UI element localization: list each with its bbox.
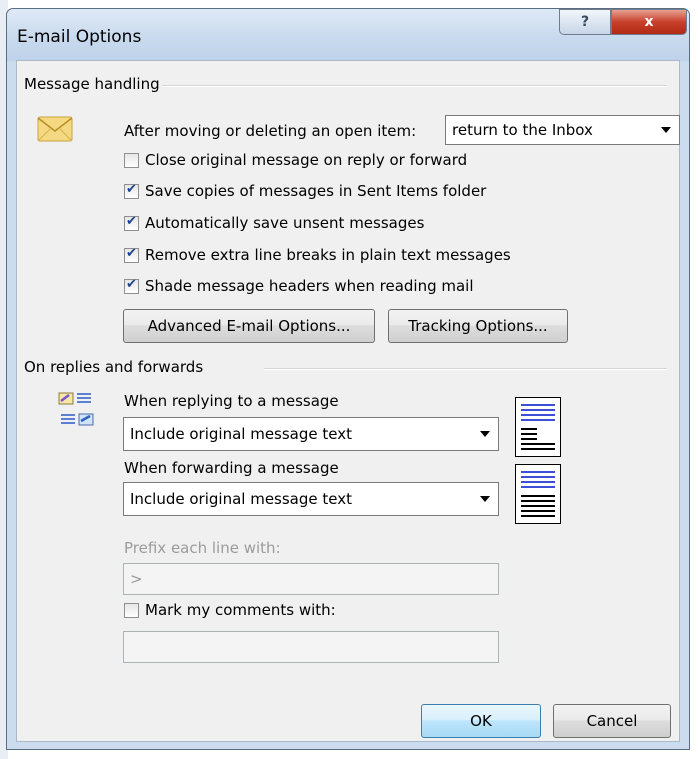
dialog-title: E-mail Options xyxy=(17,27,142,47)
envelope-icon xyxy=(37,111,73,147)
ok-button[interactable]: OK xyxy=(421,704,541,738)
option-label: Save copies of messages in Sent Items fo… xyxy=(145,182,487,200)
option-close-original[interactable]: Close original message on reply or forwa… xyxy=(124,151,467,169)
after-moving-dropdown[interactable]: return to the Inbox xyxy=(445,115,680,145)
replies-divider xyxy=(264,368,667,370)
title-bar: E-mail Options ? x xyxy=(7,9,689,61)
option-autosave-unsent[interactable]: Automatically save unsent messages xyxy=(124,214,424,232)
close-button[interactable]: x xyxy=(611,9,687,35)
reply-value: Include original message text xyxy=(130,425,352,443)
message-handling-divider xyxy=(162,85,667,87)
mark-comments-input[interactable] xyxy=(123,631,499,663)
prefix-input[interactable]: > xyxy=(123,563,499,595)
checkbox[interactable] xyxy=(124,214,139,231)
checkbox[interactable] xyxy=(124,182,139,199)
reply-label: When replying to a message xyxy=(124,392,339,410)
after-moving-value: return to the Inbox xyxy=(452,121,593,139)
after-moving-label: After moving or deleting an open item: xyxy=(124,122,417,140)
forward-label: When forwarding a message xyxy=(124,459,339,477)
option-label: Close original message on reply or forwa… xyxy=(145,151,468,169)
checkbox[interactable] xyxy=(124,152,139,168)
option-save-copies[interactable]: Save copies of messages in Sent Items fo… xyxy=(124,182,486,200)
checkbox[interactable] xyxy=(124,277,139,294)
reply-forward-icon xyxy=(57,391,97,431)
reply-preview-icon xyxy=(515,397,561,457)
option-label: Shade message headers when reading mail xyxy=(145,277,474,295)
email-options-dialog: E-mail Options ? x Message handling Afte… xyxy=(6,8,690,750)
mark-comments-option[interactable]: Mark my comments with: xyxy=(124,601,336,619)
chevron-down-icon xyxy=(480,496,490,502)
forward-dropdown[interactable]: Include original message text xyxy=(123,482,499,516)
option-shade-headers[interactable]: Shade message headers when reading mail xyxy=(124,277,474,295)
prefix-label: Prefix each line with: xyxy=(124,539,281,557)
forward-value: Include original message text xyxy=(130,490,352,508)
dialog-body: Message handling After moving or deletin… xyxy=(16,60,680,742)
forward-preview-icon xyxy=(515,464,561,524)
option-label: Automatically save unsent messages xyxy=(145,214,425,232)
message-handling-heading: Message handling xyxy=(24,75,160,93)
chevron-down-icon xyxy=(661,127,671,133)
checkbox[interactable] xyxy=(124,602,139,618)
mark-comments-label: Mark my comments with: xyxy=(145,601,336,619)
cancel-button[interactable]: Cancel xyxy=(553,704,671,738)
replies-heading: On replies and forwards xyxy=(24,358,204,376)
chevron-down-icon xyxy=(480,431,490,437)
close-icon: x xyxy=(644,14,654,30)
option-label: Remove extra line breaks in plain text m… xyxy=(145,246,511,264)
prefix-value: > xyxy=(130,570,143,588)
checkbox[interactable] xyxy=(124,246,139,263)
reply-dropdown[interactable]: Include original message text xyxy=(123,417,499,451)
help-icon: ? xyxy=(580,14,590,30)
option-remove-line-breaks[interactable]: Remove extra line breaks in plain text m… xyxy=(124,246,511,264)
advanced-email-options-button[interactable]: Advanced E-mail Options... xyxy=(123,309,375,343)
tracking-options-button[interactable]: Tracking Options... xyxy=(388,309,568,343)
help-button[interactable]: ? xyxy=(559,9,611,35)
